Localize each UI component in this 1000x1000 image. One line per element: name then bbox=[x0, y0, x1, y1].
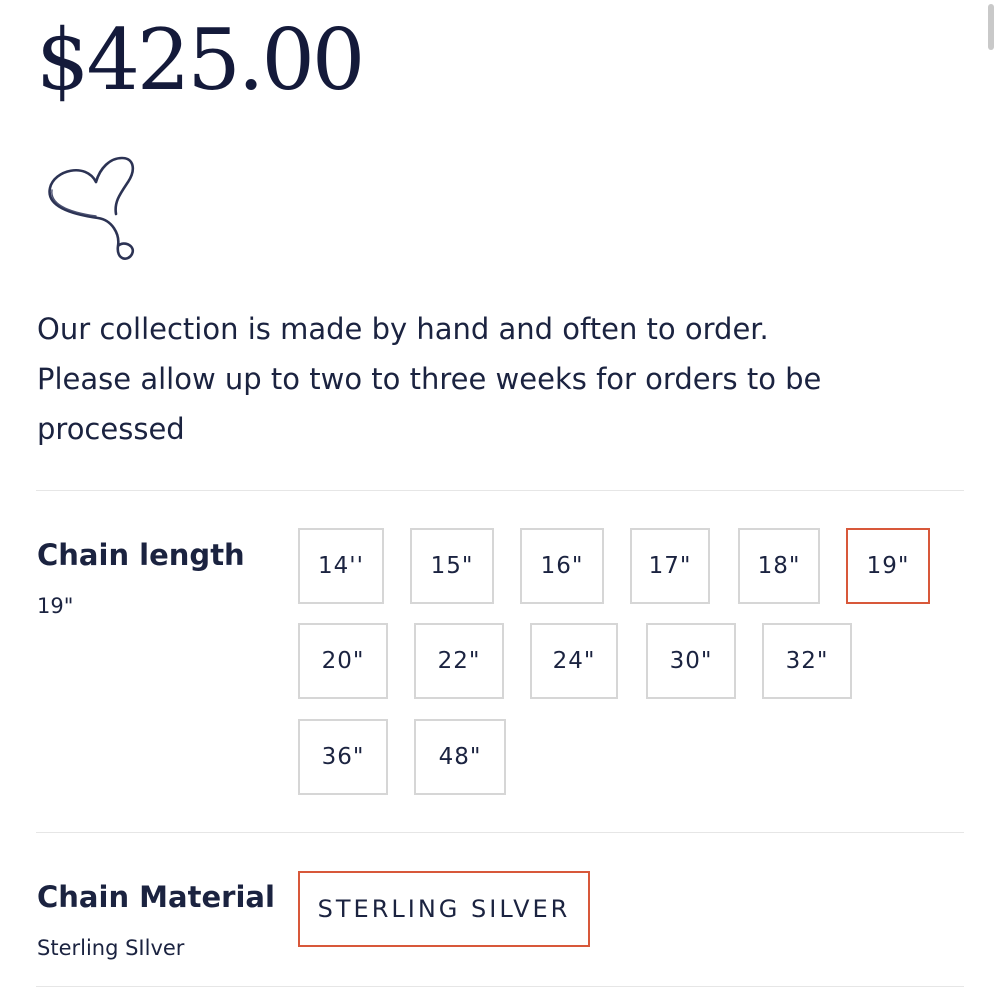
chain-length-option[interactable]: 20" bbox=[298, 623, 388, 699]
chain-length-option[interactable]: 30" bbox=[646, 623, 736, 699]
chain-length-selected-value: 19" bbox=[37, 594, 74, 618]
chain-material-selected-value: Sterling SIlver bbox=[37, 936, 185, 960]
chain-length-option[interactable]: 24" bbox=[530, 623, 618, 699]
chain-material-option-selected[interactable]: STERLING SILVER bbox=[298, 871, 590, 947]
description-line: Please allow up to two to three weeks fo… bbox=[37, 362, 822, 396]
scrollbar[interactable] bbox=[988, 4, 994, 50]
divider bbox=[36, 490, 964, 491]
description-line: processed bbox=[37, 412, 185, 446]
product-description: Our collection is made by hand and often… bbox=[37, 304, 937, 454]
chain-length-option[interactable]: 32" bbox=[762, 623, 852, 699]
product-price: $425.00 bbox=[36, 11, 365, 109]
chain-length-option[interactable]: 36" bbox=[298, 719, 388, 795]
chain-length-option[interactable]: 15" bbox=[410, 528, 494, 604]
chain-material-label: Chain Material bbox=[37, 880, 275, 914]
chain-length-option[interactable]: 14'' bbox=[298, 528, 384, 604]
chain-length-option[interactable]: 22" bbox=[414, 623, 504, 699]
divider bbox=[36, 986, 964, 987]
heart-doodle-icon bbox=[48, 156, 135, 260]
chain-length-option[interactable]: 18" bbox=[738, 528, 820, 604]
divider bbox=[36, 832, 964, 833]
chain-length-option[interactable]: 17" bbox=[630, 528, 710, 604]
description-line: Our collection is made by hand and often… bbox=[37, 312, 769, 346]
chain-length-option-selected[interactable]: 19" bbox=[846, 528, 930, 604]
chain-length-label: Chain length bbox=[37, 538, 245, 572]
chain-length-option[interactable]: 16" bbox=[520, 528, 604, 604]
chain-length-option[interactable]: 48" bbox=[414, 719, 506, 795]
